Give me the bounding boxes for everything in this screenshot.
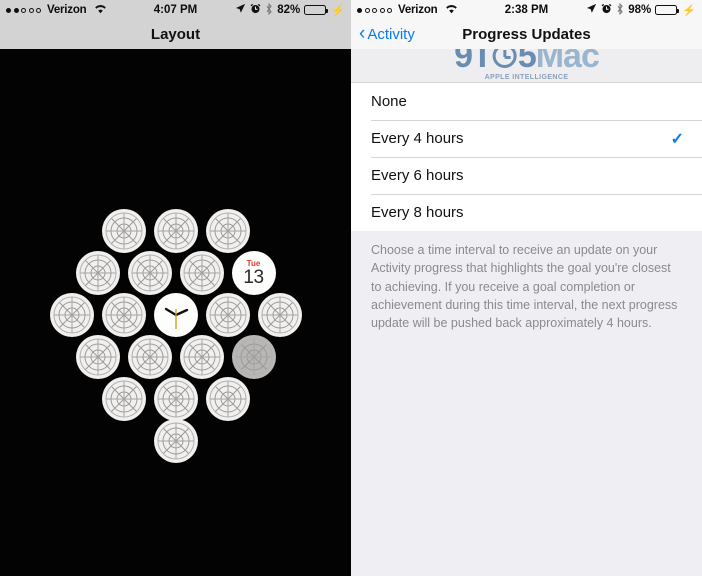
status-bar-right-group: 82% ⚡ — [235, 2, 345, 18]
bluetooth-icon — [616, 2, 624, 18]
signal-strength-dots — [6, 7, 41, 13]
status-bar-left: Verizon 4:07 PM 82% ⚡ — [0, 0, 351, 20]
battery-icon — [304, 5, 329, 15]
app-icon[interactable] — [153, 209, 198, 253]
app-icon[interactable] — [257, 293, 302, 337]
status-bar-right: Verizon 2:38 PM 98% ⚡ — [351, 0, 702, 20]
battery-percent-label: 82% — [277, 4, 301, 16]
site-watermark: 9T 5 Mac APPLE INTELLIGENCE — [454, 49, 600, 81]
app-icon[interactable] — [179, 251, 224, 295]
signal-dot — [387, 7, 392, 13]
bluetooth-icon — [265, 2, 273, 18]
alarm-clock-icon — [250, 3, 261, 17]
option-label: Every 4 hours — [371, 130, 464, 147]
status-bar-left-group: Verizon — [6, 4, 107, 17]
status-bar-right-group: 98% ⚡ — [586, 2, 696, 18]
settings-body: None Every 4 hours ✓ Every 6 hours Every 8 h… — [351, 82, 702, 576]
lightning-bolt-icon: ⚡ — [331, 4, 345, 17]
signal-dot — [379, 7, 385, 13]
watermark-logo-text: 9T 5 Mac — [454, 49, 600, 75]
progress-update-options-list: None Every 4 hours ✓ Every 6 hours Every 8 h… — [351, 83, 702, 231]
nav-bar-left: Layout — [0, 20, 351, 49]
option-label: None — [371, 93, 407, 110]
wifi-icon — [94, 4, 107, 17]
wifi-icon — [445, 4, 458, 17]
checkmark-icon: ✓ — [670, 130, 684, 148]
option-row[interactable]: Every 4 hours ✓ — [351, 120, 702, 157]
signal-dot — [364, 7, 370, 13]
watch-home-screen-preview[interactable]: Tue 13 — [0, 49, 351, 576]
app-icon[interactable] — [153, 377, 198, 421]
location-arrow-icon — [235, 3, 246, 17]
watermark-part-1: 9T — [454, 49, 493, 75]
lightning-bolt-icon: ⚡ — [682, 4, 696, 17]
battery-icon — [655, 5, 680, 15]
clock-o-icon — [492, 49, 517, 68]
app-icon[interactable] — [101, 293, 146, 337]
footer-description: Choose a time interval to receive an upd… — [351, 231, 702, 345]
app-grid: Tue 13 — [0, 209, 351, 469]
location-arrow-icon — [586, 3, 597, 17]
app-grid-row — [0, 293, 351, 337]
dual-screenshot: Verizon 4:07 PM 82% ⚡ Layout Tue 13 Veri… — [0, 0, 702, 576]
watermark-band: 9T 5 Mac APPLE INTELLIGENCE — [351, 49, 702, 82]
status-bar-left-group: Verizon — [357, 4, 458, 17]
alarm-clock-icon — [601, 3, 612, 17]
app-grid-row — [0, 335, 351, 379]
calendar-day-number: 13 — [243, 266, 264, 288]
signal-dot — [36, 7, 41, 13]
app-icon[interactable] — [75, 251, 120, 295]
back-button[interactable]: ‹ Activity — [359, 23, 415, 44]
option-row[interactable]: Every 8 hours — [351, 194, 702, 231]
app-icon[interactable] — [179, 335, 224, 379]
app-icon[interactable] — [101, 209, 146, 253]
empty-space — [351, 344, 702, 576]
signal-strength-dots — [357, 7, 392, 13]
calendar-app-icon[interactable]: Tue 13 — [231, 251, 276, 295]
signal-dot — [372, 7, 377, 13]
app-icon[interactable] — [153, 419, 198, 463]
app-icon[interactable] — [231, 335, 276, 379]
app-icon[interactable] — [205, 377, 250, 421]
app-icon[interactable] — [127, 251, 172, 295]
app-icon[interactable] — [75, 335, 120, 379]
battery-percent-label: 98% — [628, 4, 652, 16]
app-icon[interactable] — [205, 293, 250, 337]
watermark-part-3: Mac — [535, 49, 600, 75]
option-row[interactable]: None — [351, 83, 702, 120]
app-icon[interactable] — [127, 335, 172, 379]
watermark-subtitle: APPLE INTELLIGENCE — [484, 74, 569, 81]
app-grid-row — [0, 419, 351, 463]
chevron-left-icon: ‹ — [359, 23, 366, 44]
app-grid-row — [0, 209, 351, 253]
app-grid-row — [0, 377, 351, 421]
signal-dot — [28, 7, 34, 13]
page-title: Layout — [150, 26, 201, 43]
app-icon[interactable] — [205, 209, 250, 253]
carrier-label: Verizon — [47, 4, 87, 16]
carrier-label: Verizon — [398, 4, 438, 16]
app-grid-row: Tue 13 — [0, 251, 351, 295]
watermark-part-2: 5 — [517, 49, 537, 75]
signal-dot — [6, 7, 11, 13]
option-label: Every 6 hours — [371, 167, 464, 184]
option-label: Every 8 hours — [371, 204, 464, 221]
option-row[interactable]: Every 6 hours — [351, 157, 702, 194]
clock-app-icon[interactable] — [153, 293, 198, 337]
nav-bar-right: ‹ Activity Progress Updates — [351, 20, 702, 49]
right-screen-progress-updates: Verizon 2:38 PM 98% ⚡ ‹ Activity Progres… — [351, 0, 702, 576]
left-screen-layout: Verizon 4:07 PM 82% ⚡ Layout Tue 13 — [0, 0, 351, 576]
back-button-label: Activity — [367, 26, 415, 43]
app-icon[interactable] — [101, 377, 146, 421]
signal-dot — [13, 7, 19, 13]
signal-dot — [357, 7, 362, 13]
signal-dot — [21, 7, 26, 13]
app-icon[interactable] — [49, 293, 94, 337]
